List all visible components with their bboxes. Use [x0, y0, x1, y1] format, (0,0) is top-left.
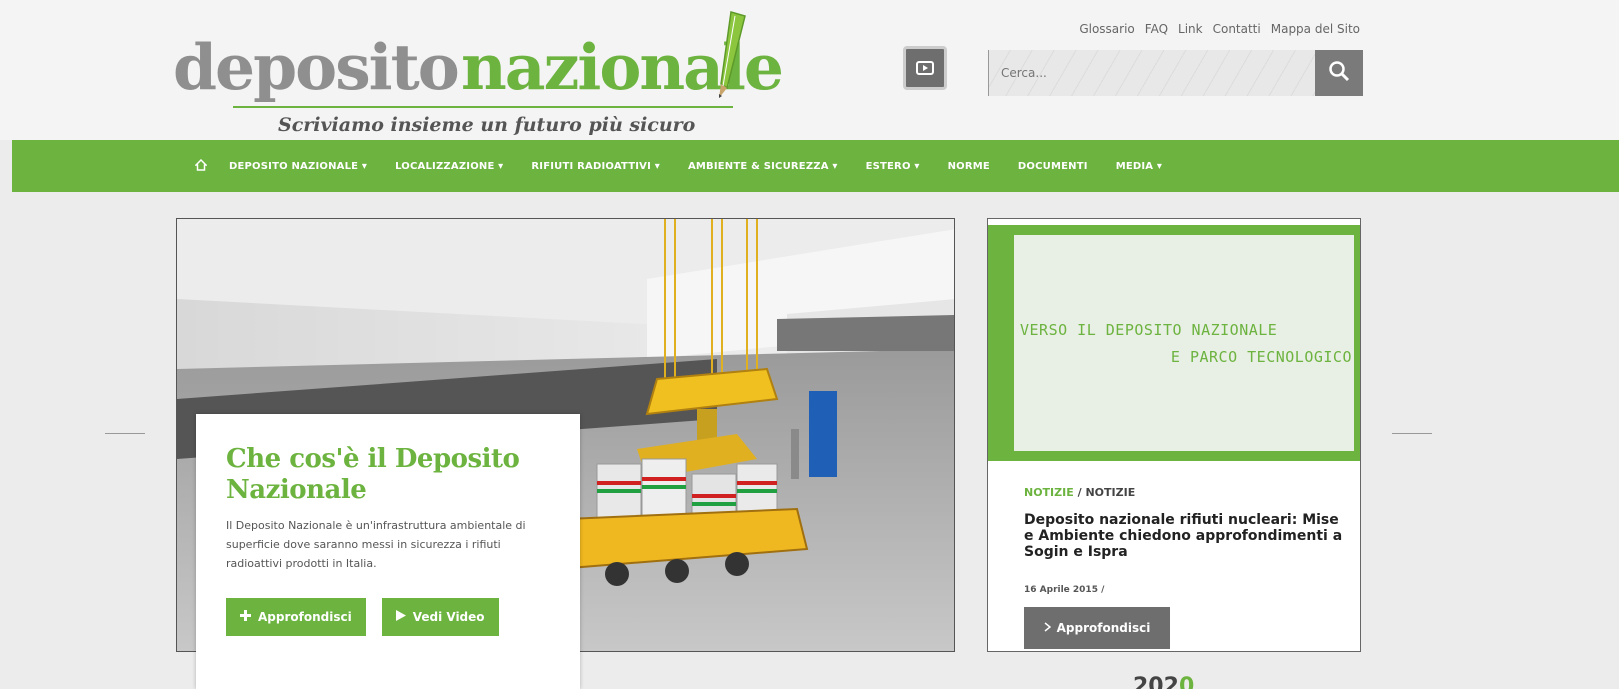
pencil-icon [713, 8, 753, 104]
glossary-link[interactable]: Glossario [1079, 22, 1134, 36]
contacts-link[interactable]: Contatti [1213, 22, 1261, 36]
youtube-icon[interactable] [903, 46, 947, 90]
news-subcategory: NOTIZIE [1085, 486, 1136, 499]
vedi-video-label: Vedi Video [412, 610, 485, 624]
partial-year-accent: 0 [1178, 674, 1195, 689]
nav-item-media[interactable]: MEDIA ▾ [1116, 161, 1162, 172]
play-icon [395, 610, 406, 624]
nav-item-norme[interactable]: NORME [948, 161, 990, 172]
slide-caption: Che cos'è il Deposito Nazionale Il Depos… [196, 414, 580, 689]
partial-year-text: 202 [1133, 674, 1179, 689]
nav-item-ambiente-sicurezza[interactable]: AMBIENTE & SICUREZZA ▾ [688, 161, 838, 172]
tagline: Scriviamo insieme un futuro più sicuro [278, 114, 696, 136]
news-date: 16 Aprile 2015 / [1024, 585, 1105, 595]
news-card: VERSO IL DEPOSITO NAZIONALE E PARCO TECN… [987, 218, 1361, 652]
nav-item-rifiuti-radioattivi[interactable]: RIFIUTI RADIOATTIVI ▾ [531, 161, 660, 172]
slider-prev-arrow[interactable] [105, 433, 145, 434]
search-box [988, 50, 1363, 96]
search-icon [1327, 59, 1351, 87]
search-button[interactable] [1315, 50, 1363, 96]
slide-title: Che cos'è il Deposito Nazionale [226, 444, 520, 505]
site-header: deposito nazionale Scriviamo insieme un … [0, 0, 1619, 140]
links-link[interactable]: Link [1178, 22, 1203, 36]
approfondisci-button[interactable]: Approfondisci [226, 598, 366, 636]
home-icon[interactable] [194, 158, 208, 174]
banner-line-2: E PARCO TECNOLOGICO [1170, 348, 1352, 366]
news-breadcrumb: NOTIZIE / NOTIZIE [1024, 486, 1135, 499]
logo-text-deposito: deposito [173, 30, 460, 104]
news-category-link[interactable]: NOTIZIE [1024, 486, 1074, 499]
plus-icon [240, 610, 251, 624]
chevron-right-icon [1044, 621, 1051, 635]
logo-underline [233, 106, 733, 108]
nav-item-deposito-nazionale[interactable]: DEPOSITO NAZIONALE ▾ [229, 161, 367, 172]
partial-year-heading: 2020 [1133, 676, 1194, 689]
nav-item-documenti[interactable]: DOCUMENTI [1018, 161, 1088, 172]
slide-text: Il Deposito Nazionale è un'infrastruttur… [226, 519, 526, 570]
sitemap-link[interactable]: Mappa del Sito [1271, 22, 1360, 36]
news-banner[interactable]: VERSO IL DEPOSITO NAZIONALE E PARCO TECN… [988, 225, 1360, 461]
nav-item-estero[interactable]: ESTERO ▾ [866, 161, 920, 172]
banner-line-1: VERSO IL DEPOSITO NAZIONALE [1020, 321, 1278, 339]
site-logo[interactable]: deposito nazionale Scriviamo insieme un … [173, 11, 784, 140]
approfondisci-label: Approfondisci [258, 610, 352, 624]
faq-link[interactable]: FAQ [1145, 22, 1168, 36]
news-approfondisci-button[interactable]: Approfondisci [1024, 607, 1170, 649]
utility-links: Glossario FAQ Link Contatti Mappa del Si… [1079, 22, 1360, 36]
main-nav: DEPOSITO NAZIONALE ▾ LOCALIZZAZIONE ▾ RI… [12, 140, 1619, 192]
nav-item-localizzazione[interactable]: LOCALIZZAZIONE ▾ [395, 161, 503, 172]
breadcrumb-separator: / [1077, 486, 1082, 499]
news-title[interactable]: Deposito nazionale rifiuti nucleari: Mis… [1024, 512, 1344, 560]
vedi-video-button[interactable]: Vedi Video [381, 598, 499, 636]
news-approfondisci-label: Approfondisci [1056, 621, 1151, 635]
slider-next-arrow[interactable] [1392, 433, 1432, 434]
search-input[interactable] [989, 50, 1315, 96]
